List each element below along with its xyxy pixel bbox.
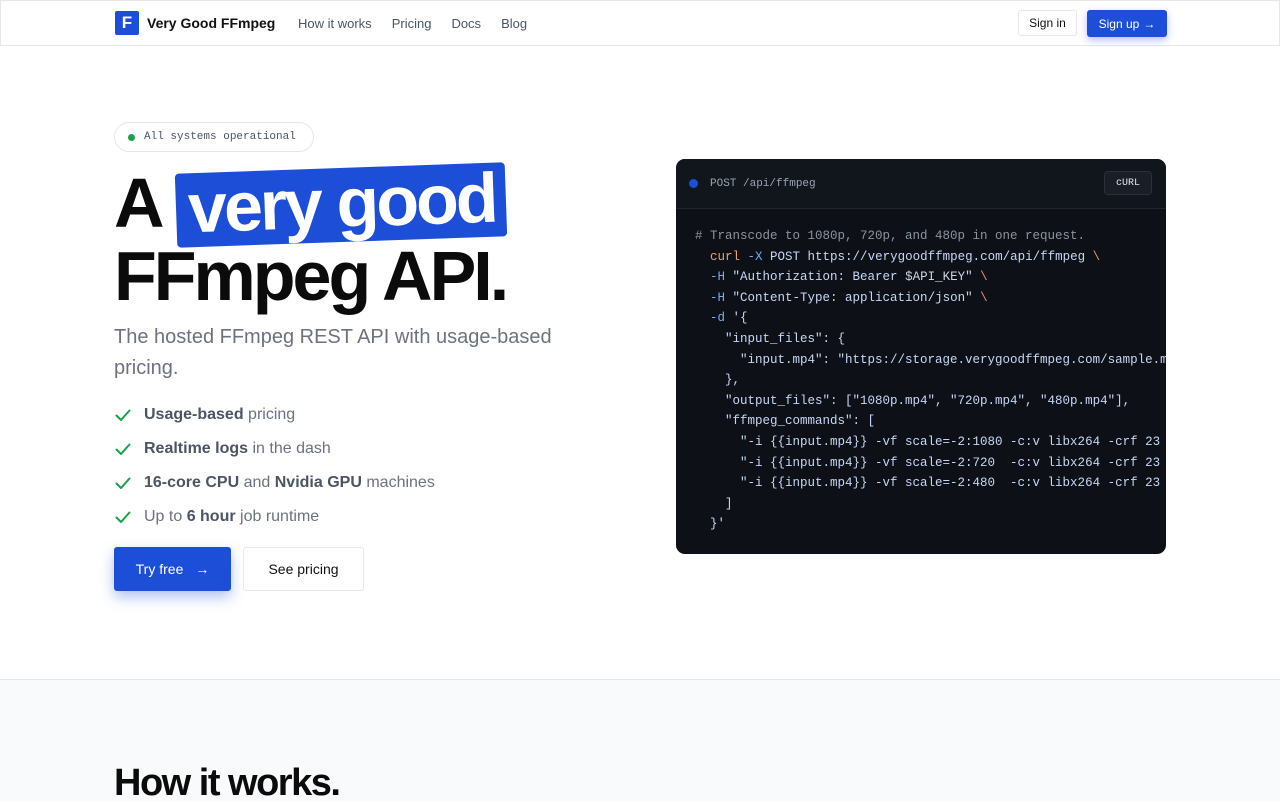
code-token: "-i {{input.mp4}} -vf scale=-2:1080 -c:v… [740,434,1161,449]
code-token: -H [710,270,733,285]
status-text: All systems operational [144,131,296,143]
code-line: curl -X POST https://verygoodffmpeg.com/… [695,247,1166,268]
code-token: "input.mp4": "https://storage.verygoodff… [695,352,1166,367]
code-line: "input.mp4": "https://storage.verygoodff… [695,350,1166,371]
code-token: '{ [732,311,748,326]
code-token: -d [710,311,733,326]
feature-highlight: 6 hour [186,508,236,525]
how-it-works-section: How it works. [0,679,1280,804]
site-header: F Very Good FFmpeg How it works Pricing … [0,0,1280,46]
code-token: curl [710,249,741,264]
see-pricing-button[interactable]: See pricing [243,547,364,591]
status-dot-icon [128,133,135,141]
code-token: POST https://verygoodffmpeg.com/api/ffmp… [770,249,1093,264]
code-line: "-i {{input.mp4}} -vf scale=-2:1080 -c:v… [695,432,1166,453]
code-token: "output_files": ["1080p.mp4", "720p.mp4"… [695,393,1131,408]
code-token: }' [695,517,726,532]
code-token: -H [710,290,733,305]
try-free-label: Try free [135,561,184,577]
feature-highlight: 16-core CPU [144,474,240,491]
code-token: "Content-Type: application/json" [732,290,981,305]
feature-item: 16-core CPU and Nvidia GPU machines [114,466,435,500]
arrow-right-icon: → [195,561,210,577]
code-token: \ [980,290,988,305]
feature-highlight: Realtime logs [144,440,249,457]
code-line: }, [695,370,1166,391]
code-line: "output_files": ["1080p.mp4", "720p.mp4"… [695,391,1166,412]
code-token: ] [695,496,733,511]
code-line: "-i {{input.mp4}} -vf scale=-2:720 -c:v … [695,453,1166,474]
nav-link-pricing[interactable]: Pricing [392,16,432,31]
feature-item: Realtime logs in the dash [114,432,435,466]
hero-title: Avery good FFmpeg API. [114,159,509,315]
check-icon [115,511,131,523]
code-token: $API_KEY [905,270,966,285]
code-token: # Transcode to 1080p, 720p, and 480p in … [695,229,1086,243]
brand-logo[interactable]: F Very Good FFmpeg [115,11,275,35]
check-icon [115,443,131,455]
code-language-tab[interactable]: cURL [1104,171,1152,195]
logo-mark-icon: F [115,11,139,35]
sign-up-label: Sign up [1098,16,1140,31]
hero-title-line-1: Avery good [114,159,507,248]
status-badge[interactable]: All systems operational [114,122,314,152]
code-token: "Authorization: Bearer [732,270,906,285]
code-block: # Transcode to 1080p, 720p, and 480p in … [676,209,1166,535]
feature-highlight: Usage-based [144,406,244,423]
code-token: " [965,270,981,285]
hero-title-line-2: FFmpeg API. [114,237,509,315]
try-free-button[interactable]: Try free → [114,547,231,591]
endpoint-dot-icon [689,179,698,188]
nav-link-how-it-works[interactable]: How it works [298,16,372,31]
feature-text: job runtime [235,508,320,525]
feature-text: pricing [243,406,296,423]
code-token: }, [695,373,741,388]
feature-text: machines [361,474,435,491]
hero-title-prefix: A [114,164,165,242]
code-endpoint: POST /api/ffmpeg [710,177,816,190]
feature-item: Up to 6 hour job runtime [114,500,435,534]
arrow-right-icon: → [1143,16,1156,31]
hero-title-highlight: very good [174,159,507,248]
sign-in-button[interactable]: Sign in [1018,10,1077,36]
feature-list: Usage-based pricing Realtime logs in the… [114,398,435,534]
feature-item: Usage-based pricing [114,398,435,432]
code-token: "input_files": { [695,331,846,346]
code-line: -H "Authorization: Bearer $API_KEY" \ [695,267,1166,288]
main-nav: How it works Pricing Docs Blog [298,16,527,31]
check-icon [115,409,131,421]
code-line: }' [695,514,1166,535]
code-token: "-i {{input.mp4}} -vf scale=-2:480 -c:v … [740,476,1161,491]
code-line: "input_files": { [695,329,1166,350]
check-icon [115,477,131,489]
hero-subtitle: The hosted FFmpeg REST API with usage-ba… [114,326,552,379]
nav-link-docs[interactable]: Docs [451,16,481,31]
code-token: \ [1092,249,1101,264]
code-token: -X [740,249,771,264]
code-example-panel: POST /api/ffmpeg cURL # Transcode to 108… [676,159,1166,554]
section-title: How it works. [114,762,341,804]
code-token: "ffmpeg_commands": [ [695,414,876,429]
code-line: ] [695,494,1166,515]
code-token: \ [980,270,988,285]
feature-text: Up to [144,508,187,525]
code-line: -d '{ [695,308,1166,329]
brand-name: Very Good FFmpeg [147,15,276,31]
code-line: "-i {{input.mp4}} -vf scale=-2:480 -c:v … [695,473,1166,494]
feature-text: in the dash [248,440,331,457]
code-panel-header: POST /api/ffmpeg cURL [676,159,1166,209]
sign-up-button[interactable]: Sign up → [1087,10,1167,37]
feature-highlight: Nvidia GPU [274,474,362,491]
code-line: "ffmpeg_commands": [ [695,411,1166,432]
code-token: "-i {{input.mp4}} -vf scale=-2:720 -c:v … [740,455,1161,470]
code-line: -H "Content-Type: application/json" \ [695,288,1166,309]
feature-text: and [239,474,275,491]
nav-link-blog[interactable]: Blog [501,16,527,31]
code-line: # Transcode to 1080p, 720p, and 480p in … [695,226,1166,247]
